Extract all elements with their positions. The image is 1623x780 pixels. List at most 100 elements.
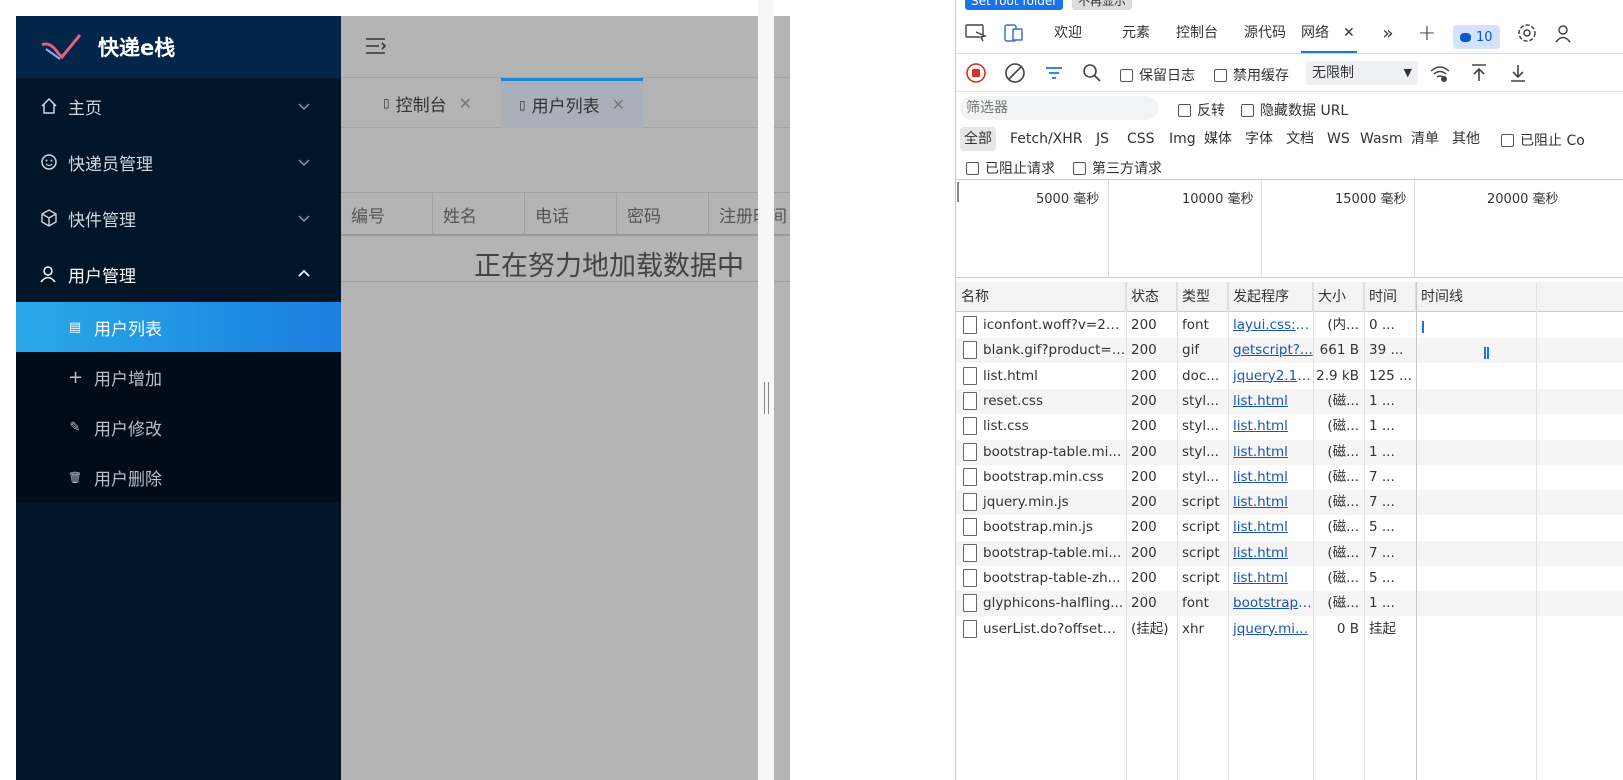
type-filter-img[interactable]: Img: [1165, 127, 1200, 151]
request-initiator[interactable]: getscript?...: [1228, 338, 1313, 363]
checkbox-box[interactable]: [1501, 133, 1514, 147]
devtools-tab-sources[interactable]: 源代码: [1244, 12, 1286, 53]
request-initiator[interactable]: layui.css:-...: [1228, 313, 1313, 338]
submenu-item-user-list[interactable]: ▤ 用户列表: [16, 302, 341, 352]
preserve-log-checkbox[interactable]: 保留日志: [1120, 65, 1195, 85]
request-initiator[interactable]: list.html: [1228, 465, 1313, 490]
column-header-name[interactable]: 姓名: [433, 193, 525, 235]
column-header-name[interactable]: 名称: [956, 282, 1126, 312]
type-filter-ws[interactable]: WS: [1323, 127, 1354, 151]
request-initiator[interactable]: list.html: [1228, 389, 1313, 414]
feedback-icon[interactable]: [1553, 21, 1577, 45]
type-filter-fetch-xhr[interactable]: Fetch/XHR: [1006, 127, 1087, 151]
column-header-password[interactable]: 密码: [617, 193, 709, 235]
checkbox-box[interactable]: [1178, 103, 1191, 117]
menu-item-user-management[interactable]: 用户管理: [16, 246, 341, 302]
devtools-tab-elements[interactable]: 元素: [1122, 12, 1150, 53]
column-header-size[interactable]: 大小: [1313, 282, 1364, 312]
issues-badge[interactable]: 10: [1453, 25, 1500, 49]
request-initiator[interactable]: list.html: [1228, 490, 1313, 515]
checkbox-box[interactable]: [1073, 161, 1086, 175]
close-icon[interactable]: ✕: [612, 95, 625, 114]
type-filter-media[interactable]: 媒体: [1200, 127, 1236, 151]
request-initiator[interactable]: jquery2.1....: [1228, 364, 1313, 389]
devtools-tab-welcome[interactable]: 欢迎: [1054, 12, 1082, 53]
set-root-folder-button[interactable]: Set root folder: [965, 0, 1064, 10]
devtools-tab-console[interactable]: 控制台: [1176, 12, 1218, 53]
request-initiator[interactable]: list.html: [1228, 414, 1313, 439]
network-request-row[interactable]: list.html 200 doc... jquery2.1.... 2.9 kB 125…: [956, 364, 1623, 389]
type-filter-doc[interactable]: 文档: [1282, 127, 1318, 151]
network-request-row[interactable]: list.css 200 styl... list.html (磁... 1 ...: [956, 414, 1623, 439]
menu-toggle-icon[interactable]: [365, 36, 387, 56]
type-filter-font[interactable]: 字体: [1241, 127, 1277, 151]
blocked-cookies-checkbox[interactable]: 已阻止 Co: [1501, 130, 1585, 150]
filter-icon[interactable]: [1042, 61, 1066, 85]
menu-item-package[interactable]: 快件管理: [16, 190, 341, 246]
disable-cache-checkbox[interactable]: 禁用缓存: [1214, 65, 1289, 85]
type-filter-js[interactable]: JS: [1092, 127, 1113, 151]
network-conditions-icon[interactable]: [1428, 61, 1452, 85]
add-tab-icon[interactable]: +: [1415, 21, 1439, 46]
type-filter-css[interactable]: CSS: [1123, 127, 1159, 151]
type-filter-other[interactable]: 其他: [1448, 127, 1484, 151]
column-header-id[interactable]: 编号: [341, 193, 433, 235]
submenu-item-user-add[interactable]: + 用户增加: [16, 352, 341, 402]
blocked-requests-checkbox[interactable]: 已阻止请求: [966, 158, 1055, 178]
third-party-checkbox[interactable]: 第三方请求: [1073, 158, 1162, 178]
network-request-row[interactable]: iconfont.woff?v=22... 200 font layui.css:-.…: [956, 313, 1623, 338]
menu-item-courier[interactable]: 快递员管理: [16, 134, 341, 190]
import-har-icon[interactable]: [1467, 61, 1491, 85]
filter-input[interactable]: [960, 96, 1158, 120]
network-request-row[interactable]: bootstrap-table-zh... 200 script list.html (…: [956, 566, 1623, 591]
device-toolbar-icon[interactable]: [1002, 21, 1026, 45]
network-request-row[interactable]: userList.do?offset=... (挂起) xhr jquery.mi..…: [956, 617, 1623, 642]
network-request-row[interactable]: jquery.min.js 200 script list.html (磁... 7 ..…: [956, 490, 1623, 516]
request-initiator[interactable]: list.html: [1228, 440, 1313, 465]
type-filter-all[interactable]: 全部: [960, 127, 996, 151]
pane-splitter[interactable]: [758, 0, 774, 780]
tab-console[interactable]: ▯ 控制台 ✕: [365, 78, 490, 128]
settings-gear-icon[interactable]: [1515, 21, 1539, 45]
export-har-icon[interactable]: [1506, 61, 1530, 85]
request-initiator[interactable]: bootstrap....: [1228, 591, 1313, 616]
request-initiator[interactable]: list.html: [1228, 566, 1313, 591]
splitter-grip[interactable]: [764, 382, 769, 414]
stop-recording-icon[interactable]: [964, 61, 988, 85]
request-initiator[interactable]: list.html: [1228, 515, 1313, 540]
column-header-waterfall[interactable]: 时间线: [1416, 282, 1623, 312]
network-request-row[interactable]: bootstrap-table.mi... 200 styl... list.html…: [956, 439, 1623, 465]
network-request-row[interactable]: reset.css 200 styl... list.html (磁... 1 ...: [956, 388, 1623, 414]
network-request-row[interactable]: glyphicons-halfling... 200 font bootstrap..…: [956, 591, 1623, 617]
close-icon[interactable]: ✕: [1343, 12, 1355, 54]
checkbox-box[interactable]: [1214, 68, 1227, 82]
checkbox-box[interactable]: [966, 161, 979, 175]
throttling-select[interactable]: 无限制 ▼: [1306, 61, 1418, 85]
dont-show-again-button[interactable]: 不再显示: [1072, 0, 1133, 10]
network-request-row[interactable]: bootstrap.min.js 200 script list.html (磁... 5…: [956, 515, 1623, 540]
network-request-row[interactable]: bootstrap-table.mi... 200 script list.html (…: [956, 540, 1623, 566]
column-header-initiator[interactable]: 发起程序: [1228, 282, 1313, 312]
column-header-time[interactable]: 时间: [1364, 282, 1416, 312]
column-header-phone[interactable]: 电话: [525, 193, 617, 235]
devtools-tab-network[interactable]: 网络 ✕: [1301, 12, 1357, 53]
more-tabs-icon[interactable]: »: [1376, 21, 1400, 45]
type-filter-manifest[interactable]: 清单: [1407, 127, 1443, 151]
request-initiator[interactable]: list.html: [1228, 541, 1313, 566]
network-request-row[interactable]: blank.gif?product=j... 200 gif getscript?..…: [956, 338, 1623, 364]
hide-data-urls-checkbox[interactable]: 隐藏数据 URL: [1241, 100, 1348, 120]
submenu-item-user-edit[interactable]: ✎ 用户修改: [16, 402, 341, 452]
search-icon[interactable]: [1080, 61, 1104, 85]
column-header-type[interactable]: 类型: [1177, 282, 1228, 312]
checkbox-box[interactable]: [1120, 68, 1133, 82]
clear-icon[interactable]: [1003, 61, 1027, 85]
column-header-register-time[interactable]: 注册时间: [709, 193, 789, 235]
submenu-item-user-delete[interactable]: 🗑 用户删除: [16, 452, 341, 502]
timeline-overview[interactable]: 5000 毫秒 10000 毫秒 15000 毫秒 20000 毫秒: [956, 180, 1623, 278]
request-initiator[interactable]: jquery.mi...: [1228, 617, 1313, 642]
checkbox-box[interactable]: [1241, 103, 1254, 117]
column-header-status[interactable]: 状态: [1126, 282, 1177, 312]
invert-checkbox[interactable]: 反转: [1178, 100, 1225, 120]
tab-user-list[interactable]: ▯ 用户列表 ✕: [501, 78, 644, 128]
close-icon[interactable]: ✕: [459, 94, 472, 113]
